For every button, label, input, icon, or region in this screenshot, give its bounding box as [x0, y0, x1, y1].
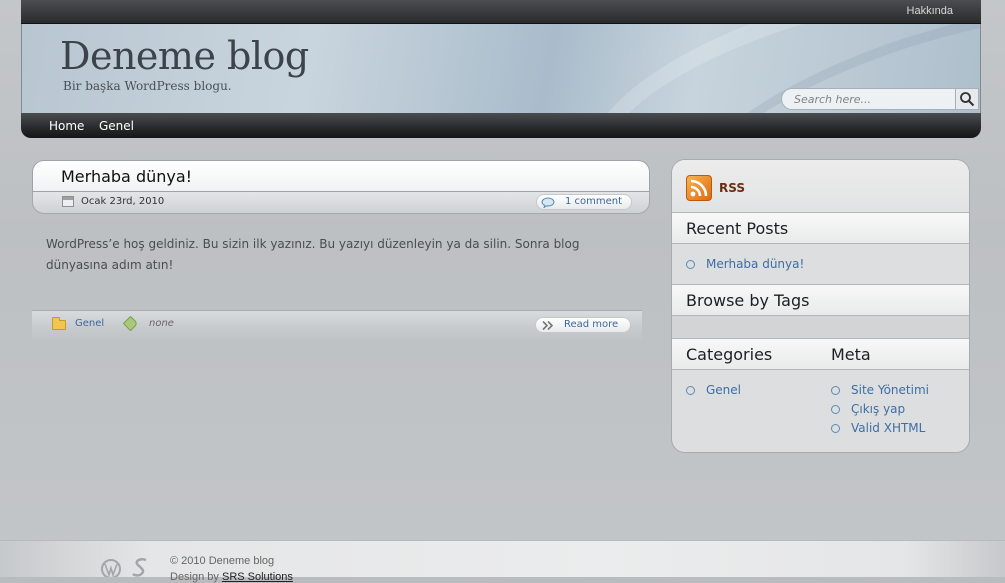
blog-description: Bir başka WordPress blogu.	[63, 79, 232, 93]
nav-item-home[interactable]: Home	[49, 119, 84, 133]
site-footer: © 2010 Deneme blog Design by SRS Solutio…	[0, 540, 1005, 583]
blog-title[interactable]: Deneme blog	[60, 34, 309, 78]
footer-logos	[100, 555, 154, 582]
post-category-link[interactable]: Genel	[75, 318, 104, 329]
post-title-box: Merhaba dünya!	[32, 160, 650, 192]
wordpress-logo-icon	[101, 558, 147, 579]
comments-pill[interactable]: 1 comment	[536, 194, 632, 210]
post-date: Ocak 23rd, 2010	[81, 196, 165, 207]
post-content: WordPress’e hoş geldiniz. Bu sizin ilk y…	[46, 237, 580, 272]
bullet-icon	[686, 260, 695, 269]
nav-item-genel[interactable]: Genel	[99, 119, 134, 133]
meta-link-site-admin[interactable]: Site Yönetimi	[851, 383, 929, 397]
search-form	[781, 88, 980, 112]
footer-credit-prefix: Design by	[170, 571, 219, 583]
comment-icon	[541, 197, 555, 208]
category-link-genel[interactable]: Genel	[706, 383, 741, 397]
footer-credit-link[interactable]: SRS Solutions	[222, 571, 293, 583]
post-meta: Ocak 23rd, 2010 1 comment	[32, 192, 650, 214]
post-tags: none	[149, 318, 174, 329]
read-more-link[interactable]: Read more	[564, 319, 618, 330]
tags-heading-bar: Browse by Tags	[672, 284, 969, 316]
search-button[interactable]	[955, 88, 979, 110]
site-header: Deneme blog Bir başka WordPress blogu.	[21, 24, 981, 113]
bullet-icon	[831, 424, 840, 433]
tag-icon	[122, 315, 139, 332]
footer-credit: Design by SRS Solutions	[170, 571, 293, 583]
calendar-icon	[62, 196, 74, 207]
rss-widget: RSS	[672, 160, 969, 212]
categories-heading: Categories	[686, 345, 773, 364]
footer-copyright: © 2010 Deneme blog	[170, 555, 275, 567]
rss-link[interactable]: RSS	[719, 181, 745, 195]
categories-meta-heading-bar: Categories Meta	[672, 338, 969, 370]
recent-post-link[interactable]: Merhaba dünya!	[706, 257, 804, 271]
browse-by-tags-heading: Browse by Tags	[686, 291, 810, 310]
post-footer: Genel none Read more	[32, 310, 642, 341]
tags-cloud-area	[672, 316, 969, 339]
read-more-pill[interactable]: Read more	[535, 317, 631, 333]
top-bar: Hakkında	[21, 0, 981, 24]
meta-link-valid-xhtml[interactable]: Valid XHTML	[851, 421, 925, 435]
recent-posts-heading-bar: Recent Posts	[672, 212, 969, 244]
bullet-icon	[831, 405, 840, 414]
search-icon	[960, 92, 975, 107]
meta-heading: Meta	[831, 345, 871, 364]
about-link[interactable]: Hakkında	[907, 5, 953, 17]
sidebar: RSS Recent Posts Merhaba dünya! Browse b…	[671, 159, 970, 453]
bullet-icon	[831, 386, 840, 395]
double-chevron-icon	[542, 320, 554, 331]
rss-feed-icon	[690, 179, 708, 197]
rss-icon[interactable]	[686, 175, 712, 201]
search-input[interactable]	[781, 88, 955, 110]
main-nav: Home Genel	[21, 113, 981, 138]
post-title[interactable]: Merhaba dünya!	[61, 167, 192, 186]
comments-link[interactable]: 1 comment	[565, 196, 622, 207]
recent-posts-heading: Recent Posts	[686, 219, 789, 238]
folder-icon	[52, 317, 66, 330]
bullet-icon	[686, 386, 695, 395]
meta-link-logout[interactable]: Çıkış yap	[851, 402, 905, 416]
